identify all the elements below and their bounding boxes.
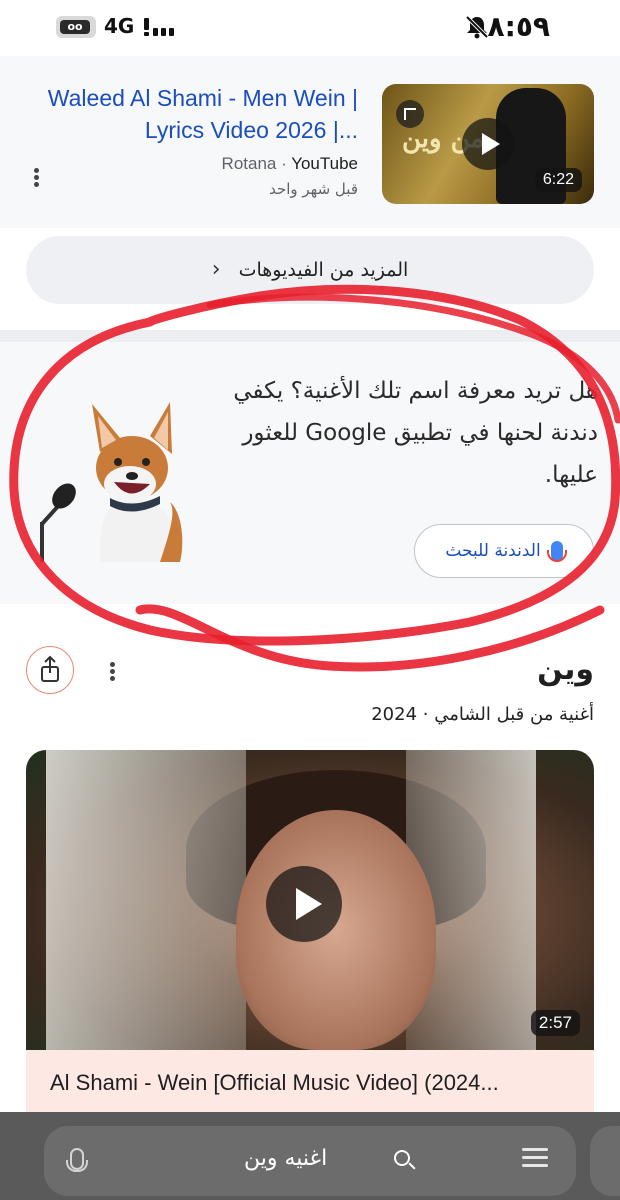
thumbnail-veil-left — [46, 750, 246, 1050]
more-options-icon[interactable] — [26, 166, 46, 190]
video-title-link[interactable]: Waleed Al Shami - Men Wein | Lyrics Vide… — [40, 82, 358, 146]
mic-icon — [546, 541, 567, 562]
hum-to-search-text: هل تريد معرفة اسم تلك الأغنية؟ يكفي دندن… — [233, 378, 598, 488]
search-box[interactable]: اغنيه وين — [44, 1126, 576, 1196]
video-source: Rotana · YouTube — [222, 154, 358, 174]
source-site: YouTube — [291, 154, 358, 173]
song-subtitle: أغنية من قبل الشامي · 2024 — [371, 704, 594, 725]
music-video-duration: 2:57 — [530, 1010, 580, 1036]
video-result-card[interactable]: من وين 6:22 Waleed Al Shami - Men Wein |… — [0, 56, 620, 228]
video-thumbnail[interactable]: من وين 6:22 — [382, 84, 594, 204]
dog-with-microphone-illustration — [40, 402, 183, 562]
more-videos-button[interactable]: المزيد من الفيديوهات ‹ — [26, 236, 594, 304]
play-icon[interactable] — [462, 118, 514, 170]
next-tab-pill[interactable] — [590, 1126, 620, 1196]
music-video-title[interactable]: Al Shami - Wein [Official Music Video] (… — [50, 1070, 499, 1096]
thumbnail-face — [236, 810, 436, 1050]
status-time: ٨:٥٩ — [487, 10, 550, 43]
share-button[interactable] — [26, 646, 74, 694]
bottom-search-bar: اغنيه وين — [0, 1112, 620, 1200]
signal-icon — [144, 18, 174, 36]
status-bar: oo 4G ٨:٥٩ — [0, 0, 620, 56]
song-more-options-icon[interactable] — [102, 660, 122, 684]
battery-icon: oo — [56, 16, 96, 38]
source-separator: · — [281, 154, 292, 173]
tabs-icon[interactable] — [522, 1148, 548, 1174]
bell-muted-icon — [465, 15, 489, 39]
more-videos-label: المزيد من الفيديوهات — [238, 259, 409, 281]
video-age: قبل شهر واحد — [269, 180, 358, 198]
network-type: 4G — [104, 14, 135, 38]
source-channel: Rotana — [221, 154, 277, 173]
hum-to-search-card: هل تريد معرفة اسم تلك الأغنية؟ يكفي دندن… — [0, 342, 620, 604]
hum-to-search-button[interactable]: الدندنة للبحث — [414, 524, 594, 578]
music-video-thumbnail[interactable]: 2:57 — [26, 750, 594, 1050]
hum-button-label: الدندنة للبحث — [445, 541, 541, 561]
battery-label: oo — [60, 20, 90, 34]
search-query[interactable]: اغنيه وين — [244, 1146, 327, 1171]
video-duration: 6:22 — [534, 168, 582, 192]
section-divider — [0, 330, 620, 342]
song-title: وين — [537, 652, 594, 687]
search-icon — [394, 1150, 410, 1166]
expand-icon[interactable] — [396, 100, 424, 128]
chevron-left-icon: ‹ — [211, 257, 221, 282]
share-icon — [41, 655, 59, 682]
voice-search-icon[interactable] — [66, 1148, 88, 1172]
play-icon[interactable] — [266, 866, 342, 942]
